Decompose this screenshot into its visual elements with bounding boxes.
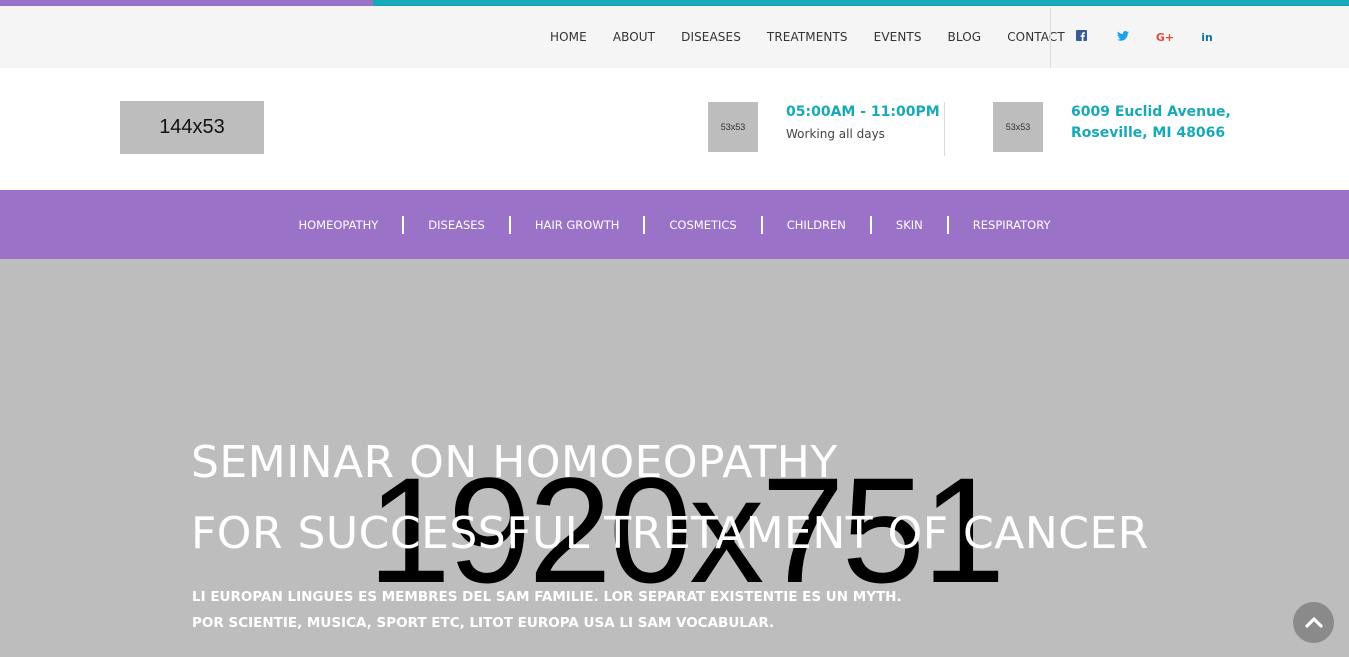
hero-title: SEMINAR ON HOMOEOPATHY FOR SUCCESSFUL TR… [191, 427, 1149, 569]
hero-banner: 1920x751 SEMINAR ON HOMOEOPATHY FOR SUCC… [0, 259, 1349, 657]
clock-icon: 53x53 [708, 102, 758, 152]
address-line-2: Roseville, MI 48066 [1071, 125, 1226, 141]
facebook-icon[interactable] [1060, 30, 1102, 44]
scroll-to-top-button[interactable] [1293, 602, 1334, 643]
category-children[interactable]: CHILDREN [763, 218, 870, 232]
nav-home[interactable]: HOME [537, 30, 600, 44]
hours-subtitle: Working all days [786, 127, 885, 141]
category-cosmetics[interactable]: COSMETICS [645, 218, 760, 232]
nav-events[interactable]: EVENTS [861, 30, 935, 44]
twitter-icon[interactable] [1102, 30, 1144, 44]
address-line-1: 6009 Euclid Avenue, [1071, 104, 1231, 120]
opening-hours: 05:00AM - 11:00PM [786, 104, 940, 120]
logo[interactable]: 144x53 [120, 101, 264, 154]
category-respiratory[interactable]: RESPIRATORY [949, 218, 1075, 232]
linkedin-icon[interactable]: in [1186, 31, 1228, 44]
hero-subtitle-line-1: LI EUROPAN LINGUES ES MEMBRES DEL SAM FA… [192, 589, 902, 605]
category-skin[interactable]: SKIN [872, 218, 947, 232]
nav-blog[interactable]: BLOG [935, 30, 995, 44]
hero-title-line-2: FOR SUCCESSFUL TRETAMENT OF CANCER [191, 508, 1149, 559]
top-navbar: HOME ABOUT DISEASES TREATMENTS EVENTS BL… [0, 6, 1349, 68]
category-bar: HOMEOPATHY DISEASES HAIR GROWTH COSMETIC… [0, 190, 1349, 259]
nav-divider [1050, 8, 1051, 68]
category-homeopathy[interactable]: HOMEOPATHY [274, 218, 402, 232]
header-divider [944, 102, 945, 156]
hero-subtitle-line-2: POR SCIENTIE, MUSICA, SPORT ETC, LITOT E… [192, 615, 775, 631]
nav-about[interactable]: ABOUT [600, 30, 668, 44]
nav-diseases[interactable]: DISEASES [668, 30, 754, 44]
hero-title-line-1: SEMINAR ON HOMOEOPATHY [191, 437, 838, 488]
nav-treatments[interactable]: TREATMENTS [754, 30, 861, 44]
hero-subtitle: LI EUROPAN LINGUES ES MEMBRES DEL SAM FA… [192, 584, 902, 636]
main-menu: HOME ABOUT DISEASES TREATMENTS EVENTS BL… [537, 6, 1078, 68]
category-hair-growth[interactable]: HAIR GROWTH [511, 218, 644, 232]
header-info: 144x53 53x53 05:00AM - 11:00PM Working a… [0, 68, 1349, 190]
category-diseases[interactable]: DISEASES [404, 218, 509, 232]
social-links: G+ in [1060, 6, 1228, 68]
location-icon: 53x53 [993, 102, 1043, 152]
google-plus-icon[interactable]: G+ [1144, 31, 1186, 44]
chevron-up-icon [1304, 613, 1323, 632]
